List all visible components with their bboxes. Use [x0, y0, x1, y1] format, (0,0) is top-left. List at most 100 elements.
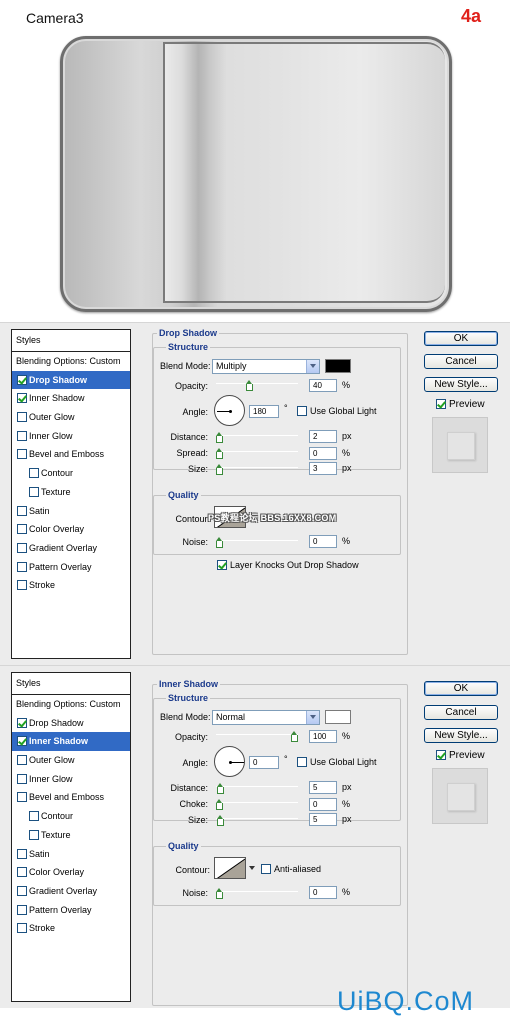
- noise-field[interactable]: 0: [309, 535, 337, 548]
- style-checkbox[interactable]: [17, 904, 27, 915]
- style-checkbox[interactable]: [17, 393, 27, 404]
- style-item[interactable]: Texture: [12, 483, 130, 502]
- style-item[interactable]: Satin: [12, 845, 130, 864]
- style-checkbox[interactable]: [17, 848, 27, 859]
- new-style-button[interactable]: New Style...: [424, 377, 498, 392]
- style-checkbox[interactable]: [29, 468, 39, 479]
- slider-thumb[interactable]: [216, 799, 223, 810]
- style-item[interactable]: Pattern Overlay: [12, 901, 130, 920]
- style-item[interactable]: Texture: [12, 826, 130, 845]
- preview-checkbox[interactable]: [436, 399, 446, 409]
- angle-dial[interactable]: [214, 746, 245, 777]
- style-checkbox[interactable]: [17, 792, 27, 803]
- size-slider[interactable]: [216, 815, 298, 826]
- style-item[interactable]: Outer Glow: [12, 408, 130, 427]
- size-field[interactable]: 5: [309, 813, 337, 826]
- distance-slider[interactable]: [216, 783, 298, 794]
- style-item[interactable]: Inner Glow: [12, 770, 130, 789]
- style-item[interactable]: Drop Shadow: [12, 714, 130, 733]
- opacity-field[interactable]: 100: [309, 730, 337, 743]
- new-style-button[interactable]: New Style...: [424, 728, 498, 743]
- style-item[interactable]: Blending Options: Custom: [12, 352, 130, 371]
- style-checkbox[interactable]: [17, 755, 27, 766]
- style-item[interactable]: Bevel and Emboss: [12, 788, 130, 807]
- styles-header[interactable]: Styles: [12, 330, 130, 352]
- style-item[interactable]: Drop Shadow: [12, 370, 130, 390]
- opacity-slider[interactable]: [216, 380, 298, 391]
- style-checkbox[interactable]: [17, 773, 27, 784]
- ok-button[interactable]: OK: [424, 331, 498, 346]
- slider-thumb[interactable]: [246, 380, 253, 391]
- slider-thumb[interactable]: [216, 448, 223, 459]
- choke-field[interactable]: 0: [309, 798, 337, 811]
- slider-thumb[interactable]: [216, 888, 223, 899]
- blend-mode-select[interactable]: Normal: [212, 710, 320, 725]
- style-checkbox[interactable]: [17, 717, 27, 728]
- cancel-button[interactable]: Cancel: [424, 705, 498, 720]
- shadow-color-swatch[interactable]: [325, 359, 351, 373]
- size-slider[interactable]: [216, 464, 298, 475]
- style-checkbox[interactable]: [17, 449, 27, 460]
- angle-field[interactable]: 0: [249, 756, 279, 769]
- blend-mode-select[interactable]: Multiply: [212, 359, 320, 374]
- style-checkbox[interactable]: [17, 412, 27, 423]
- slider-thumb[interactable]: [217, 783, 224, 794]
- global-light-checkbox[interactable]: [297, 406, 307, 416]
- chevron-down-icon[interactable]: [306, 360, 319, 373]
- style-checkbox[interactable]: [17, 524, 27, 535]
- noise-slider[interactable]: [216, 888, 298, 899]
- slider-thumb[interactable]: [291, 731, 298, 742]
- style-item[interactable]: Blending Options: Custom: [12, 695, 130, 714]
- style-item[interactable]: Stroke: [12, 576, 130, 595]
- noise-slider[interactable]: [216, 537, 298, 548]
- style-checkbox[interactable]: [17, 885, 27, 896]
- style-item[interactable]: Satin: [12, 502, 130, 521]
- distance-slider[interactable]: [216, 432, 298, 443]
- style-item[interactable]: Color Overlay: [12, 863, 130, 882]
- style-checkbox[interactable]: [17, 736, 27, 747]
- style-checkbox[interactable]: [17, 374, 27, 385]
- cancel-button[interactable]: Cancel: [424, 354, 498, 369]
- distance-field[interactable]: 5: [309, 781, 337, 794]
- spread-slider[interactable]: [216, 448, 298, 459]
- opacity-field[interactable]: 40: [309, 379, 337, 392]
- anti-aliased-checkbox[interactable]: [261, 864, 271, 874]
- style-checkbox[interactable]: [17, 580, 27, 591]
- preview-checkbox[interactable]: [436, 750, 446, 760]
- style-item[interactable]: Color Overlay: [12, 520, 130, 539]
- style-item[interactable]: Inner Glow: [12, 427, 130, 446]
- style-item[interactable]: Stroke: [12, 919, 130, 938]
- angle-field[interactable]: 180: [249, 405, 279, 418]
- style-item[interactable]: Inner Shadow: [12, 389, 130, 408]
- slider-thumb[interactable]: [216, 464, 223, 475]
- style-item[interactable]: Gradient Overlay: [12, 882, 130, 901]
- style-checkbox[interactable]: [17, 923, 27, 934]
- style-item[interactable]: Bevel and Emboss: [12, 445, 130, 464]
- chevron-down-icon[interactable]: [249, 866, 255, 870]
- style-checkbox[interactable]: [17, 542, 27, 553]
- spread-field[interactable]: 0: [309, 447, 337, 460]
- angle-dial[interactable]: [214, 395, 245, 426]
- contour-picker[interactable]: [214, 857, 246, 879]
- shadow-color-swatch[interactable]: [325, 710, 351, 724]
- size-field[interactable]: 3: [309, 462, 337, 475]
- ok-button[interactable]: OK: [424, 681, 498, 696]
- opacity-slider[interactable]: [216, 731, 298, 742]
- slider-thumb[interactable]: [216, 432, 223, 443]
- knockout-checkbox[interactable]: [217, 560, 227, 570]
- style-item[interactable]: Contour: [12, 807, 130, 826]
- choke-slider[interactable]: [216, 799, 298, 810]
- style-item[interactable]: Inner Shadow: [12, 732, 130, 752]
- style-checkbox[interactable]: [17, 561, 27, 572]
- style-checkbox[interactable]: [29, 486, 39, 497]
- style-checkbox[interactable]: [17, 867, 27, 878]
- noise-field[interactable]: 0: [309, 886, 337, 899]
- style-checkbox[interactable]: [29, 811, 39, 822]
- styles-header[interactable]: Styles: [12, 673, 130, 695]
- style-checkbox[interactable]: [17, 505, 27, 516]
- style-checkbox[interactable]: [17, 430, 27, 441]
- global-light-checkbox[interactable]: [297, 757, 307, 767]
- chevron-down-icon[interactable]: [306, 711, 319, 724]
- style-item[interactable]: Outer Glow: [12, 751, 130, 770]
- style-item[interactable]: Pattern Overlay: [12, 558, 130, 577]
